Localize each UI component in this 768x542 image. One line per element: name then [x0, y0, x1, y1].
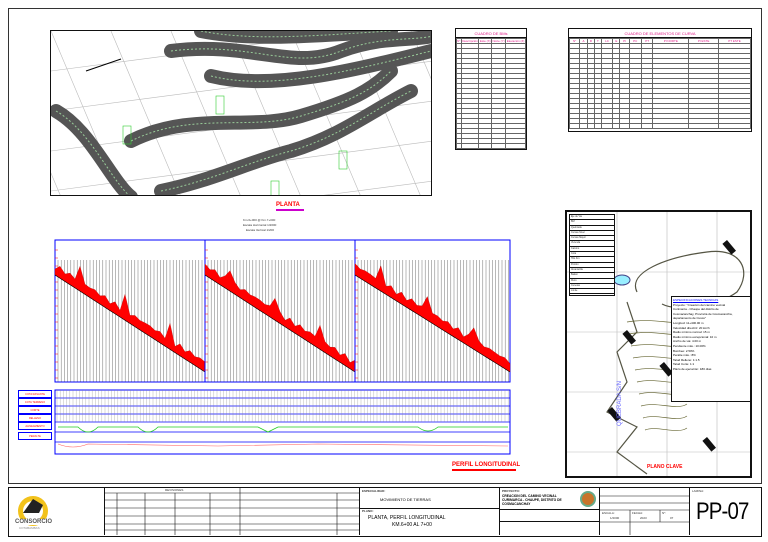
profile-view: Km.6+000 @ Km.7+000 Escala Horizontal 1/… [18, 216, 518, 456]
km-marker [270, 180, 280, 195]
scale-label: ESCALA: [602, 511, 615, 515]
river-label: QUEBRADA S/N [617, 380, 623, 426]
superelevation-diagram [57, 443, 509, 448]
legend-box: Eje de Via BM Quebrada Curvas Nivel Curvas M… [569, 214, 615, 296]
spec-line: Plazo de ejecución: 180 días [673, 366, 712, 371]
plan-label: PLANO: [362, 509, 374, 513]
contour-line [642, 415, 688, 419]
road-trace [606, 301, 648, 475]
cut-area [354, 263, 511, 373]
cut-area [204, 263, 356, 373]
profile-panel [354, 239, 511, 383]
legend-item: Limite [570, 289, 614, 295]
pond [613, 274, 631, 286]
road-band [154, 84, 418, 195]
road-band [51, 104, 138, 195]
grade-line [354, 274, 511, 373]
bm-table-title: CUADRO DE BMs [456, 29, 526, 38]
table-header: Este (X) [478, 38, 493, 44]
profile-title: PERFIL LONGITUDINAL [452, 462, 521, 468]
plan-line2: KM.6+00 AL 7+00 [392, 522, 432, 528]
sheet-num-label: N°: [662, 511, 667, 515]
profile-underline [452, 469, 516, 471]
sheet-id: PP-07 [696, 498, 749, 525]
km-marker [215, 95, 225, 115]
curve-table: CUADRO DE ELEMENTOS DE CURVA N° Δ R T LC E PI P… [568, 28, 752, 132]
profile-row-label: RELLENO [18, 414, 52, 422]
title-block: CONSORCIO COTABAMBAS REVISIONES ESPECIAL… [8, 487, 762, 537]
curve-table-grid: N° Δ R T LC E PI PC PT PI NORTE PI ESTE PT ESTE [569, 38, 751, 129]
table-row [456, 148, 526, 149]
grade-line [204, 274, 356, 373]
cut-area [54, 265, 206, 373]
profile-panel [204, 239, 356, 383]
specialty-label: ESPECIALIDAD: [362, 489, 386, 493]
bm-table-grid: N° Descripción Este (X) Norte (Y) Elevación … [456, 38, 526, 149]
curve-table-title: CUADRO DE ELEMENTOS DE CURVA [569, 29, 751, 38]
profile-chart [54, 239, 511, 455]
alignment-diagram [58, 426, 508, 433]
planta-map [51, 31, 431, 195]
plano-clave: Eje de Via BM Quebrada Curvas Nivel Curvas M… [565, 210, 752, 478]
planta-view [50, 30, 432, 196]
bm-table: CUADRO DE BMs N° Descripción Este (X) Norte… [455, 28, 527, 150]
contour-line [640, 403, 688, 407]
road-band [194, 31, 398, 44]
profile-row-label: PERALTE [18, 432, 52, 440]
north-arrow [85, 58, 122, 72]
sheet-id-cell: LAMINA: PP-07 [689, 488, 761, 535]
km-label [702, 437, 716, 452]
table-header: Descripción [460, 38, 480, 44]
profile-panel [54, 239, 206, 383]
profile-row-label: ALINEAMIENTO [18, 422, 52, 430]
table-header: N° [456, 38, 462, 44]
sheet-num-value: 07 [670, 516, 674, 520]
profile-row-label: COTA RASANTE [18, 390, 52, 398]
project-cell: PROYECTO: CREACION DEL CAMINO VECINAL CU… [499, 488, 600, 535]
sheet-label: LAMINA: [692, 489, 705, 493]
sheet-info-cell: ESCALA: 1/2000 FECHA: 2023 N°: 07 [599, 488, 690, 535]
plan-line1: PLANTA, PERFIL LONGITUDINAL [368, 515, 446, 521]
project-label: PROYECTO: [502, 489, 520, 493]
contour-line [644, 427, 688, 431]
project-value: CREACION DEL CAMINO VECINAL CURIMARCA - … [502, 494, 562, 506]
table-row [569, 123, 751, 129]
grade-line [54, 274, 206, 373]
profile-row-label: COTA TERRENO [18, 398, 52, 406]
company-name: CONSORCIO [15, 519, 53, 525]
revisions-label: REVISIONES [165, 488, 184, 492]
revisions-grid: REVISIONES [104, 488, 360, 535]
date-label: FECHA: [632, 511, 644, 515]
project-seal [580, 491, 596, 507]
plano-clave-title: PLANO CLAVE [647, 464, 683, 470]
profile-km-range: Km.6+000 @ Km.7+000 [243, 218, 276, 222]
spec-box: ESPECIFICACIONES TECNICAS Proyecto: "Cre… [671, 296, 750, 402]
planta-label: PLANTA [276, 202, 300, 208]
profile-h-scale: Escala Horizontal 1/2000 [243, 223, 277, 227]
planta-underline [276, 209, 304, 211]
table-header: Norte (Y) [491, 38, 507, 44]
specialty-cell: ESPECIALIDAD: MOVIMIENTO DE TIERRAS PLAN… [359, 488, 500, 535]
company-sub: COTABAMBAS [19, 526, 40, 530]
specialty-value: MOVIMIENTO DE TIERRAS [380, 497, 431, 502]
table-header: Elevación (Z) [505, 38, 526, 44]
scale-value: 1/2000 [610, 516, 620, 520]
company-logo: CONSORCIO COTABAMBAS [15, 491, 53, 535]
profile-row-label: CORTE [18, 406, 52, 414]
date-value: 2023 [640, 516, 647, 520]
